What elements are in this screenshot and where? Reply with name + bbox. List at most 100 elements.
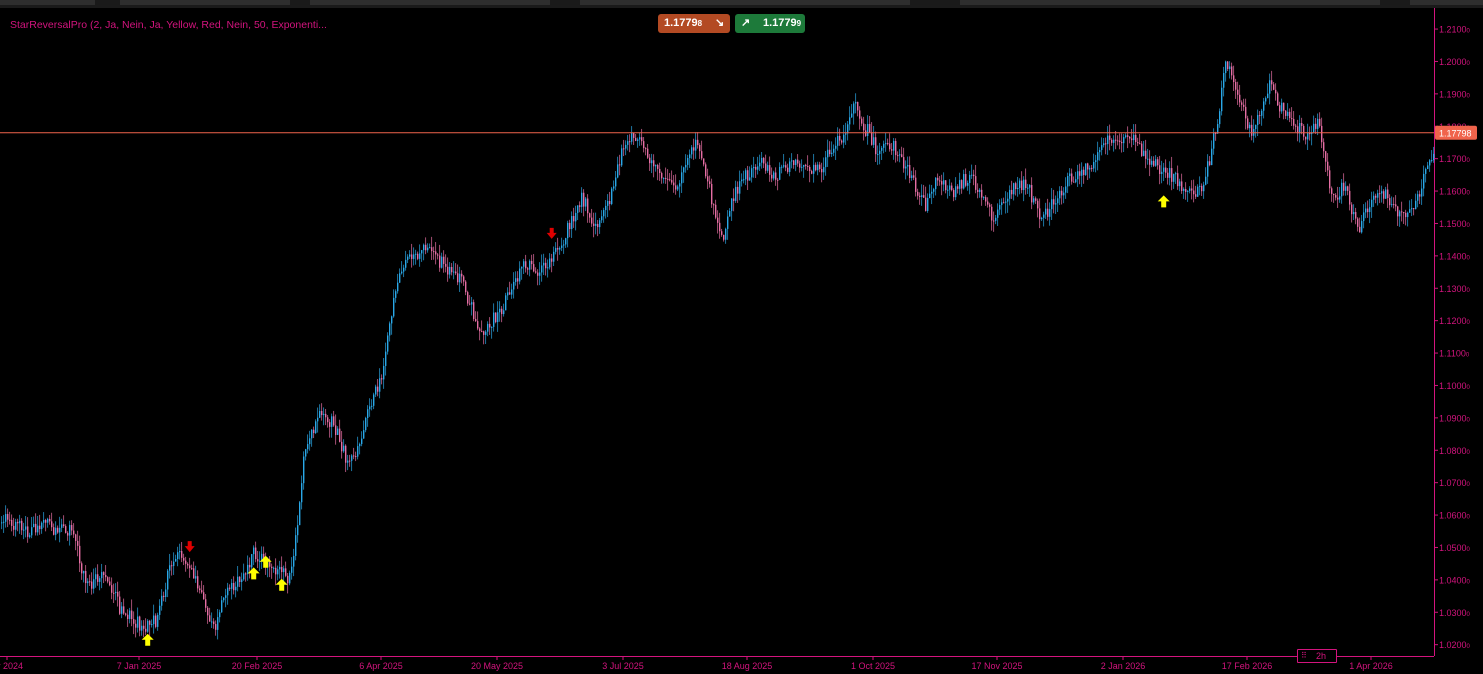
candle-body <box>1407 212 1409 218</box>
candle <box>1083 166 1085 184</box>
candle <box>237 566 239 592</box>
candle-body <box>1401 211 1403 213</box>
candle-body <box>949 185 951 190</box>
candle-body <box>403 267 405 272</box>
candle <box>111 577 113 600</box>
sell-button[interactable]: 1.17798 ↘ <box>658 14 730 33</box>
candle-body <box>625 144 627 149</box>
candle <box>1057 191 1059 212</box>
candle-body <box>1403 212 1405 214</box>
candle <box>553 246 555 267</box>
indicator-label[interactable]: StarReversalPro (2, Ja, Nein, Ja, Yellow… <box>10 19 327 31</box>
candle <box>259 551 261 571</box>
candle <box>465 280 467 296</box>
candle-body <box>981 189 983 198</box>
candle <box>1163 162 1165 182</box>
candle <box>165 582 167 602</box>
candle <box>1199 176 1201 196</box>
candle <box>655 164 657 172</box>
candle <box>845 122 847 145</box>
candle-body <box>601 216 603 221</box>
buy-button[interactable]: ↗ 1.17799 <box>735 14 805 33</box>
price-chart[interactable]: 1.02000 1.03000 1.04000 1.05000 1.06000 1.070… <box>0 0 1483 674</box>
candle-body <box>651 160 653 164</box>
candle-body <box>1145 150 1147 159</box>
y-tick-label: 1.12000 <box>1439 316 1471 326</box>
candle-body <box>671 180 673 183</box>
candle <box>95 567 97 588</box>
candle-body <box>469 303 471 305</box>
candle <box>843 124 845 149</box>
candle <box>527 266 529 275</box>
candle-body <box>45 520 47 523</box>
candle <box>743 170 745 184</box>
candle-body <box>25 526 27 530</box>
candle <box>289 570 291 586</box>
candle <box>1179 178 1181 192</box>
candle-body <box>767 165 769 171</box>
candle-body <box>1361 221 1363 233</box>
candle <box>877 145 879 165</box>
candle <box>751 164 753 183</box>
candle-body <box>415 253 417 255</box>
candle-body <box>811 171 813 174</box>
candle-body <box>1201 185 1203 192</box>
candle <box>497 301 499 332</box>
candle <box>807 155 809 171</box>
candle-body <box>559 247 561 250</box>
candle <box>429 243 431 249</box>
candle-body <box>1389 198 1391 206</box>
candle <box>441 252 443 269</box>
candle <box>1311 125 1313 146</box>
candle-body <box>1321 125 1323 143</box>
candle-body <box>1047 208 1049 217</box>
candle-body <box>787 167 789 172</box>
candle <box>481 320 483 333</box>
candle <box>741 173 743 187</box>
candle <box>583 189 585 217</box>
candle-body <box>411 254 413 259</box>
candle-body <box>173 561 175 566</box>
candle-body <box>343 445 345 452</box>
candle-body <box>69 525 71 536</box>
candle-body <box>401 271 403 274</box>
candle-body <box>1149 158 1151 165</box>
candle-body <box>947 189 949 191</box>
candle <box>699 143 701 159</box>
candle <box>871 122 873 146</box>
candle <box>801 159 803 172</box>
candle <box>867 115 869 145</box>
candle <box>419 244 421 267</box>
y-tick-label: 1.02000 <box>1439 640 1471 650</box>
candle <box>469 295 471 306</box>
candle-body <box>529 260 531 270</box>
candle <box>1285 109 1287 120</box>
candle-body <box>109 581 111 586</box>
candle-body <box>765 163 767 171</box>
candle <box>519 261 521 285</box>
candle <box>197 570 199 593</box>
candle <box>479 327 481 341</box>
candle <box>567 220 569 248</box>
candle <box>613 180 615 192</box>
candle <box>883 140 885 154</box>
candle <box>199 585 201 594</box>
candle <box>1259 111 1261 125</box>
candle-body <box>821 168 823 173</box>
candle-body <box>65 526 67 533</box>
candle <box>737 181 739 203</box>
candle-body <box>1057 198 1059 204</box>
candle-body <box>413 254 415 259</box>
candle <box>1293 111 1295 130</box>
candle-body <box>803 164 805 167</box>
candle <box>467 290 469 306</box>
candle <box>1031 177 1033 210</box>
candle-body <box>11 519 13 526</box>
candle <box>923 184 925 198</box>
candle <box>531 254 533 270</box>
candle <box>169 553 171 579</box>
candle <box>817 161 819 176</box>
timeframe-badge[interactable]: ⠿ 2h <box>1297 649 1337 663</box>
candle <box>1287 103 1289 121</box>
candle-body <box>923 195 925 198</box>
